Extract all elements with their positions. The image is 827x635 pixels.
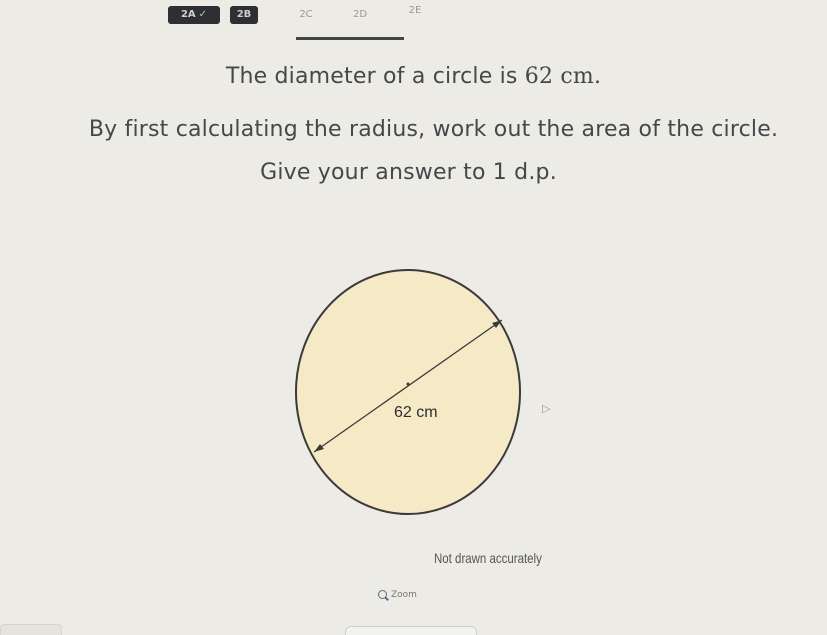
bottom-action-button[interactable] bbox=[345, 626, 477, 635]
question-line-3: Give your answer to 1 d.p. bbox=[260, 160, 557, 185]
tab-2e[interactable]: 2E bbox=[405, 2, 425, 20]
question-line-1: The diameter of a circle is 62 cm. bbox=[0, 64, 827, 89]
diameter-label: 62 cm bbox=[394, 404, 438, 421]
question-tab-bar: 2A ✓ 2B 2C 2D 2E bbox=[0, 0, 827, 40]
tab-2b[interactable]: 2B bbox=[230, 6, 258, 24]
diameter-value: 62 cm. bbox=[524, 64, 602, 89]
magnifier-icon bbox=[378, 590, 387, 599]
current-tab-indicator bbox=[296, 37, 404, 40]
cursor-icon: ▷ bbox=[542, 402, 551, 415]
diameter-text: The diameter of a circle is bbox=[225, 64, 525, 89]
question-line-2: By first calculating the radius, work ou… bbox=[88, 117, 779, 142]
tab-2d[interactable]: 2D bbox=[350, 6, 370, 24]
centre-point bbox=[406, 382, 410, 386]
circle-diagram: 62 cm bbox=[295, 269, 521, 515]
tab-2d-label: 2D bbox=[352, 9, 368, 20]
zoom-label: Zoom bbox=[391, 590, 417, 600]
circle-shape bbox=[295, 269, 521, 515]
tab-2c[interactable]: 2C bbox=[296, 6, 316, 24]
tab-2a-label: 2A bbox=[180, 9, 196, 20]
tab-2e-label: 2E bbox=[408, 5, 422, 16]
tab-2b-label: 2B bbox=[236, 9, 252, 20]
bottom-left-button[interactable] bbox=[0, 624, 62, 635]
check-icon: ✓ bbox=[198, 9, 208, 20]
tab-2c-label: 2C bbox=[299, 9, 313, 20]
not-drawn-caption: Not drawn accurately bbox=[434, 550, 542, 566]
tab-2a[interactable]: 2A ✓ bbox=[168, 6, 220, 24]
zoom-button[interactable]: Zoom bbox=[378, 590, 417, 600]
